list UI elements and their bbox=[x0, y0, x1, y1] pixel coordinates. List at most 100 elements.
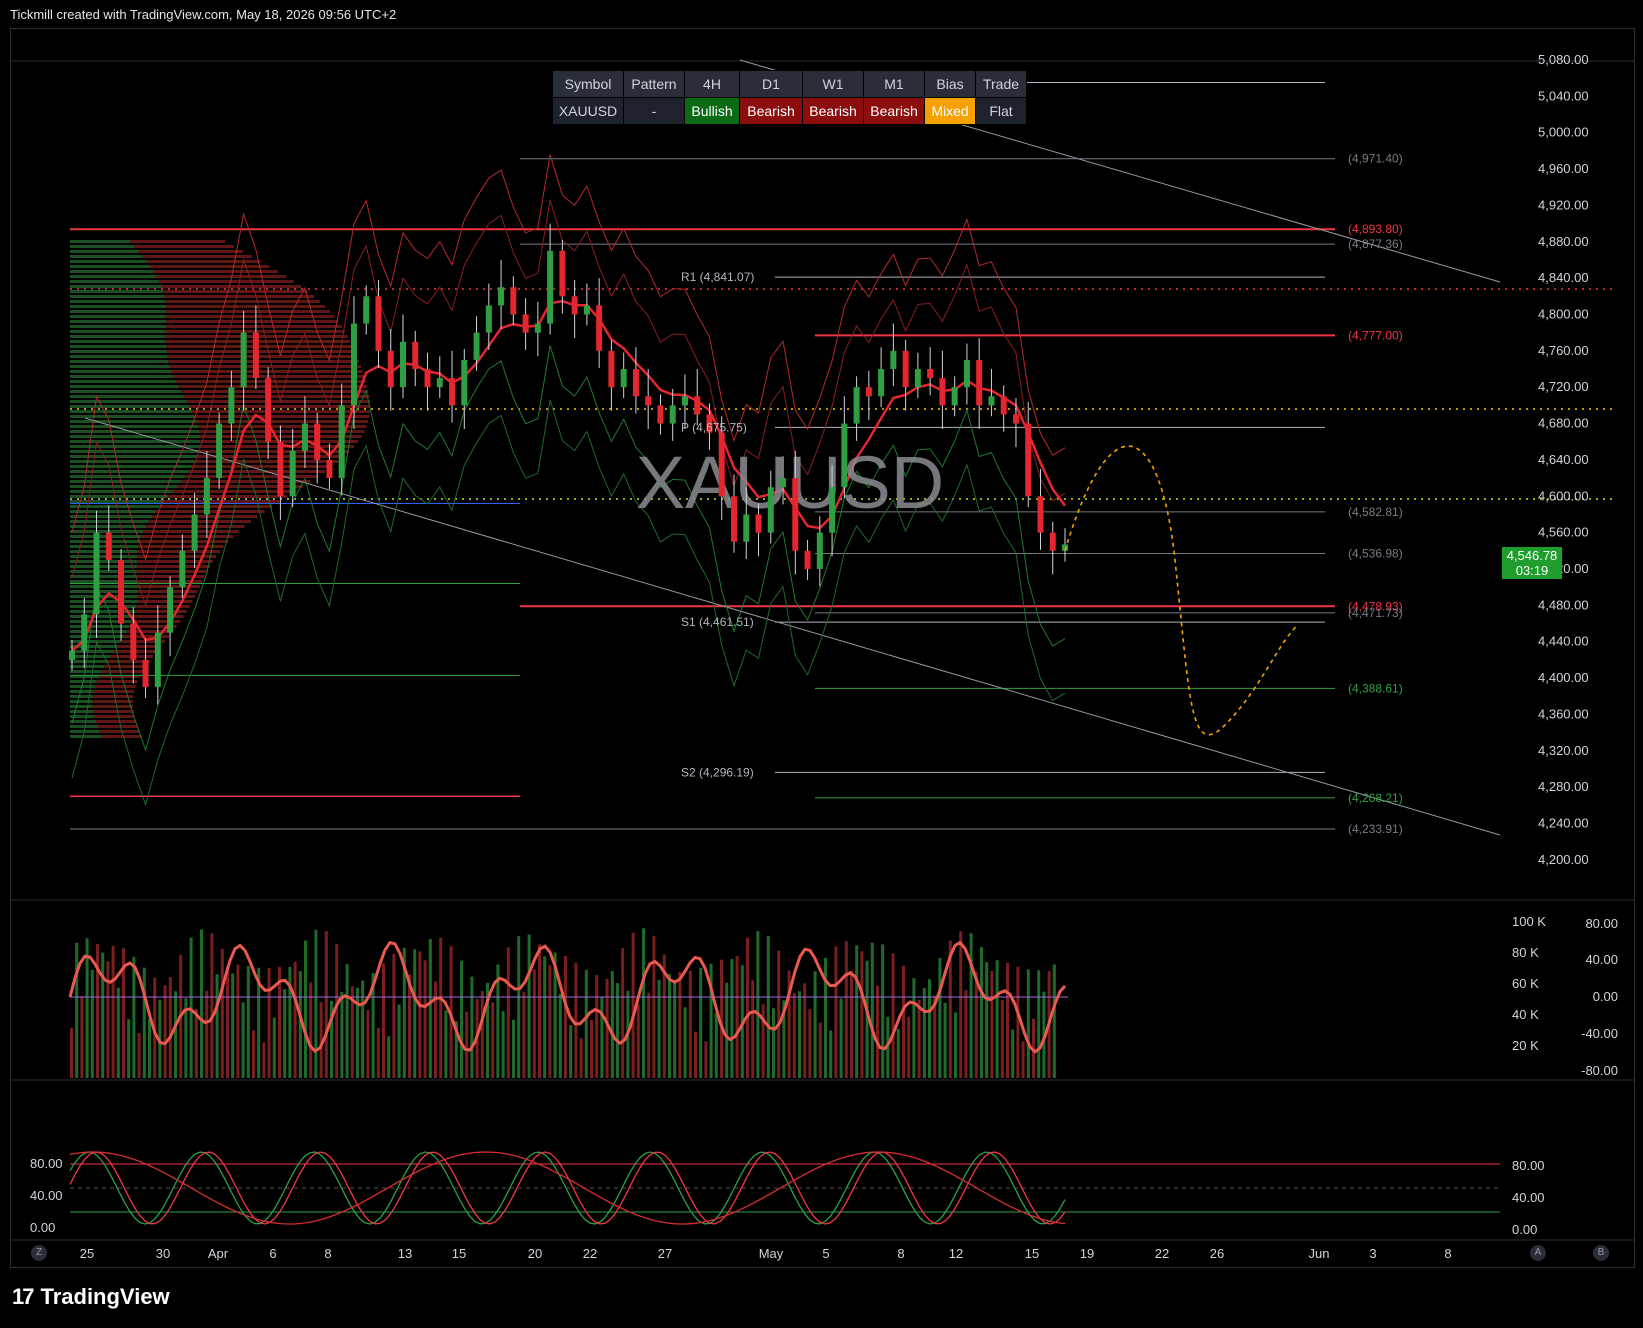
profile-bar bbox=[70, 615, 134, 618]
candle-body bbox=[473, 332, 480, 360]
time-tick: 13 bbox=[398, 1246, 412, 1261]
volume-bar bbox=[106, 961, 110, 1078]
table-cell-trade: Flat bbox=[975, 97, 1027, 125]
profile-bar bbox=[70, 560, 138, 563]
volume-bar bbox=[704, 1041, 708, 1078]
profile-bar bbox=[70, 540, 140, 543]
price-tick: 4,720.00 bbox=[1538, 379, 1589, 394]
volume-bar bbox=[174, 991, 177, 1078]
profile-bar bbox=[70, 375, 174, 378]
volume-bar bbox=[922, 988, 926, 1078]
volume-bar bbox=[522, 992, 526, 1078]
profile-bar bbox=[138, 545, 224, 548]
candle-body bbox=[167, 587, 174, 633]
time-tick: Jun bbox=[1309, 1246, 1330, 1261]
volume-bar bbox=[413, 949, 417, 1078]
profile-bar bbox=[70, 285, 162, 288]
profile-bar bbox=[141, 535, 234, 538]
profile-bar bbox=[70, 275, 157, 278]
candle-body bbox=[534, 323, 541, 333]
volume-bar bbox=[215, 974, 219, 1078]
volume-bar bbox=[423, 960, 427, 1078]
volume-bar bbox=[345, 964, 349, 1078]
candle-body bbox=[314, 423, 321, 460]
candle-body bbox=[571, 296, 578, 315]
volume-pane: 100 K 80 K 60 K 40 K 20 K 80.00 40.00 0.00 -40.0… bbox=[68, 914, 1618, 1078]
profile-bar bbox=[70, 505, 160, 508]
volume-bar bbox=[673, 980, 677, 1078]
candle-body bbox=[596, 305, 603, 351]
volume-bar bbox=[132, 956, 136, 1078]
volume-bar bbox=[590, 1020, 593, 1078]
volume-bar bbox=[527, 934, 531, 1078]
profile-bar bbox=[70, 290, 164, 293]
volume-bar bbox=[226, 966, 229, 1078]
profile-bar bbox=[70, 495, 169, 498]
profile-bar bbox=[117, 645, 161, 648]
log-scale-button[interactable]: B bbox=[1593, 1245, 1609, 1261]
profile-bar bbox=[70, 380, 176, 383]
candle-body bbox=[375, 296, 382, 351]
volume-bar bbox=[397, 1004, 401, 1078]
profile-bar bbox=[70, 350, 167, 353]
profile-bar bbox=[70, 390, 182, 393]
volume-bar bbox=[506, 947, 510, 1078]
volume-bar bbox=[574, 962, 578, 1078]
profile-bar bbox=[176, 485, 303, 488]
volume-bar bbox=[688, 970, 692, 1078]
timezone-badge[interactable]: Z bbox=[31, 1245, 47, 1261]
volume-bar bbox=[564, 955, 567, 1078]
profile-bar bbox=[70, 575, 138, 578]
candle-body bbox=[829, 487, 836, 533]
volume-bar bbox=[205, 990, 209, 1078]
candle-body bbox=[118, 559, 125, 624]
volume-bar bbox=[839, 998, 843, 1078]
stochastic-pane: 80.00 40.00 0.00 80.00 40.00 0.00 bbox=[30, 1151, 1545, 1237]
price-tick: 4,600.00 bbox=[1538, 488, 1589, 503]
volume-bar bbox=[678, 971, 682, 1078]
profile-bar bbox=[104, 665, 146, 668]
profile-bar bbox=[70, 500, 164, 503]
volume-bar bbox=[538, 944, 541, 1078]
volume-bar bbox=[798, 991, 801, 1078]
pivot-labels: R2 (5,055.31)R1 (4,841.07)P (4,675.75)S1… bbox=[681, 75, 754, 779]
volume-bar bbox=[501, 1011, 505, 1078]
table-header-4h: 4H bbox=[684, 70, 740, 98]
candle-body bbox=[1000, 396, 1007, 415]
volume-bar bbox=[210, 933, 214, 1078]
price-tick: 5,040.00 bbox=[1538, 88, 1589, 103]
profile-bar bbox=[166, 350, 355, 353]
profile-bar bbox=[171, 370, 363, 373]
volume-bar bbox=[610, 971, 614, 1078]
volume-bar bbox=[621, 948, 625, 1078]
profile-bar bbox=[101, 670, 143, 673]
volume-bar bbox=[75, 942, 79, 1078]
candle-body bbox=[939, 378, 946, 406]
last-price-tag: 4,546.78 03:19 bbox=[1502, 547, 1562, 579]
stoch-tick-right: 40.00 bbox=[1512, 1190, 1545, 1205]
candle-body bbox=[583, 305, 590, 315]
table-cell-4h: Bullish bbox=[684, 97, 740, 125]
candle-body bbox=[338, 405, 345, 479]
price-tick: 4,880.00 bbox=[1538, 234, 1589, 249]
candle-body bbox=[265, 378, 272, 442]
profile-bar bbox=[70, 420, 197, 423]
profile-bar bbox=[70, 625, 130, 628]
candle-body bbox=[154, 632, 161, 688]
volume-bar bbox=[907, 1016, 911, 1078]
volume-bar bbox=[964, 990, 968, 1078]
auto-scale-button[interactable]: A bbox=[1530, 1245, 1546, 1261]
profile-bar bbox=[188, 470, 326, 473]
volume-bar bbox=[912, 978, 916, 1078]
volume-bar bbox=[127, 1019, 131, 1078]
table-header-bias: Bias bbox=[924, 70, 976, 98]
profile-bar bbox=[165, 305, 326, 308]
chart-canvas[interactable]: XAUUSD R2 (5,055.31)R1 (4,841.07)P (4,67… bbox=[0, 0, 1643, 1328]
volume-bar bbox=[652, 936, 656, 1078]
candle-body bbox=[191, 514, 198, 551]
profile-bar bbox=[70, 650, 114, 653]
candle-body bbox=[522, 314, 529, 333]
profile-bar bbox=[93, 710, 134, 713]
price-tick: 4,960.00 bbox=[1538, 161, 1589, 176]
volume-bar bbox=[543, 956, 547, 1078]
